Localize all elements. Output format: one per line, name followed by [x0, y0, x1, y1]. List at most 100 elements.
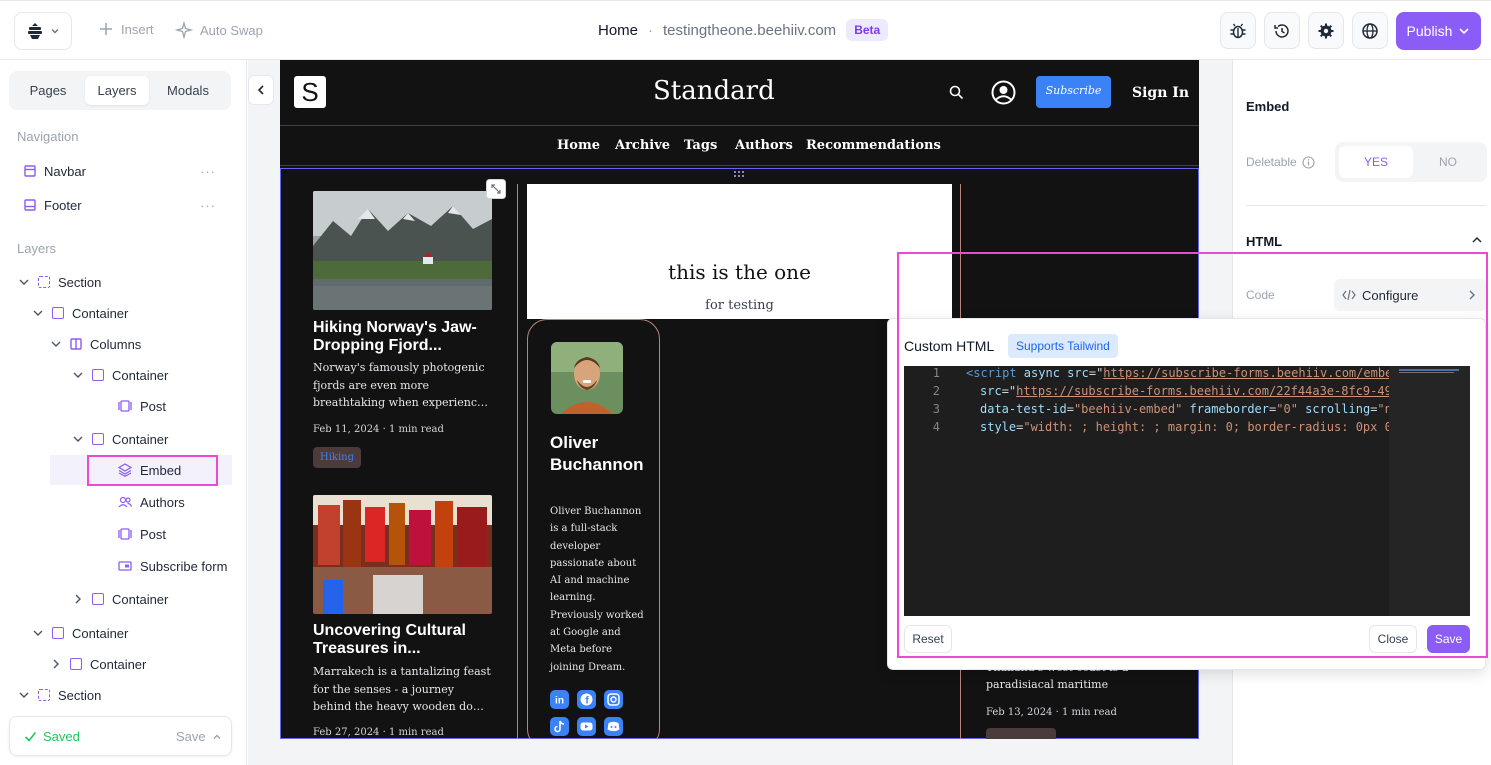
site-menu: Home Archive Tags Authors Recommendation…	[280, 125, 1199, 166]
publish-button[interactable]: Publish	[1396, 12, 1481, 50]
user-account-icon[interactable]	[991, 80, 1016, 105]
post-image[interactable]	[313, 191, 492, 310]
site-logo[interactable]: S	[294, 76, 326, 108]
reset-button[interactable]: Reset	[904, 625, 952, 653]
layer-container[interactable]: Container	[32, 302, 128, 324]
tab-pages[interactable]: Pages	[17, 76, 79, 105]
close-button[interactable]: Close	[1369, 625, 1417, 653]
post-title[interactable]: Hiking Norway's Jaw-Dropping Fjord...	[313, 319, 491, 355]
layer-post[interactable]: Post	[118, 523, 166, 545]
configure-button[interactable]: Configure	[1334, 279, 1487, 311]
author-name[interactable]: Oliver Buchannon	[550, 432, 650, 475]
layer-label: Post	[140, 526, 167, 542]
post-tag[interactable]: Hiking	[313, 447, 362, 468]
columns-icon	[70, 338, 82, 350]
deletable-yes-option[interactable]: YES	[1339, 146, 1413, 178]
layer-section[interactable]: Section	[18, 271, 101, 293]
post-tag[interactable]	[986, 728, 1056, 739]
chevron-down-icon[interactable]	[18, 276, 30, 288]
code-icon	[1342, 289, 1356, 301]
menu-authors[interactable]: Authors	[735, 138, 793, 153]
settings-button[interactable]	[1308, 12, 1344, 49]
site-title[interactable]: Standard	[653, 76, 775, 106]
sidebar-item-footer[interactable]: Footer	[24, 194, 82, 216]
tab-modals[interactable]: Modals	[157, 76, 219, 105]
publish-label: Publish	[1406, 23, 1453, 39]
post-image[interactable]	[313, 495, 492, 614]
section-icon	[38, 689, 50, 701]
menu-recommendations[interactable]: Recommendations	[806, 138, 941, 153]
container-icon	[52, 307, 64, 319]
menu-archive[interactable]: Archive	[615, 138, 670, 153]
chevron-down-icon[interactable]	[32, 627, 44, 639]
chevron-down-icon[interactable]	[72, 433, 84, 445]
navbar-more-icon[interactable]: ···	[200, 164, 216, 179]
chevron-right-icon[interactable]	[72, 593, 84, 605]
layer-columns[interactable]: Columns	[50, 333, 141, 355]
facebook-icon[interactable]: f	[577, 690, 596, 709]
chevron-down-icon[interactable]	[18, 689, 30, 701]
chevron-down-icon[interactable]	[50, 338, 62, 350]
chevron-down-icon	[51, 29, 59, 34]
html-section-heading[interactable]: HTML	[1246, 234, 1282, 249]
layer-subscribe-form[interactable]: Subscribe form	[118, 555, 227, 577]
layer-container[interactable]: Container	[72, 588, 168, 610]
info-icon[interactable]	[1302, 155, 1315, 169]
navbar-label: Navbar	[44, 163, 86, 179]
layer-label: Columns	[90, 336, 142, 352]
navbar-icon	[24, 165, 36, 177]
deletable-no-option[interactable]: NO	[1413, 146, 1483, 178]
post-meta: Feb 11, 2024 · 1 min read	[313, 424, 444, 435]
code-text: data-test-id="beehiiv-embed" frameborder…	[980, 402, 1392, 416]
chevron-down-icon[interactable]	[32, 307, 44, 319]
chevron-up-icon[interactable]	[1471, 234, 1483, 246]
footer-icon	[24, 199, 36, 211]
embed-block[interactable]: this is the one for testing	[527, 184, 952, 319]
layer-container[interactable]: Container	[50, 653, 146, 675]
layer-label: Section	[58, 274, 102, 290]
debug-button[interactable]	[1220, 12, 1256, 49]
search-icon[interactable]	[949, 85, 964, 100]
save-label: Save	[176, 729, 206, 744]
layer-authors[interactable]: Authors	[118, 491, 185, 513]
save-menu-button[interactable]: Save	[176, 729, 222, 744]
chevron-right-icon[interactable]	[50, 658, 62, 670]
instagram-icon[interactable]	[604, 690, 623, 709]
author-photo	[551, 342, 623, 414]
layer-section[interactable]: Section	[18, 687, 101, 703]
layer-label: Container	[112, 367, 169, 383]
app-menu-button[interactable]	[14, 12, 72, 50]
youtube-icon[interactable]	[577, 717, 596, 736]
auto-swap-button[interactable]: Auto Swap	[175, 21, 263, 39]
code-editor[interactable]: 1 <script async src="https://subscribe-f…	[904, 366, 1470, 616]
history-button[interactable]	[1264, 12, 1300, 49]
menu-home[interactable]: Home	[557, 138, 600, 153]
tab-layers[interactable]: Layers	[85, 76, 149, 105]
site-subscribe-button[interactable]: Subscribe	[1036, 76, 1111, 108]
post-title[interactable]: Uncovering Cultural Treasures in...	[313, 622, 491, 658]
collapse-sidebar-button[interactable]	[248, 75, 274, 105]
layer-container[interactable]: Container	[72, 428, 168, 450]
layer-container[interactable]: Container	[72, 364, 168, 386]
layer-container[interactable]: Container	[32, 622, 128, 644]
post-description: Norway's famously photogenic fjords are …	[313, 361, 489, 409]
linkedin-icon[interactable]: in	[550, 690, 569, 709]
auto-swap-label: Auto Swap	[200, 22, 263, 38]
menu-tags[interactable]: Tags	[684, 138, 717, 153]
footer-more-icon[interactable]: ···	[200, 198, 216, 213]
layer-post[interactable]: Post	[118, 395, 166, 417]
drag-handle-icon[interactable]	[732, 170, 746, 180]
sidebar-item-navbar[interactable]: Navbar	[24, 160, 86, 182]
editor-minimap[interactable]	[1389, 366, 1470, 616]
author-card[interactable]: Oliver Buchannon Oliver Buchannon is a f…	[527, 319, 660, 739]
discord-icon[interactable]	[604, 717, 623, 736]
insert-button[interactable]: Insert	[98, 21, 154, 37]
chevron-down-icon[interactable]	[72, 369, 84, 381]
minimap-line	[1399, 369, 1459, 371]
expand-icon[interactable]	[486, 179, 506, 199]
tiktok-icon[interactable]	[550, 717, 569, 736]
globe-button[interactable]	[1352, 12, 1388, 49]
deletable-toggle: YES NO	[1335, 142, 1487, 182]
save-button[interactable]: Save	[1427, 625, 1470, 653]
site-signin-link[interactable]: Sign In	[1132, 85, 1189, 101]
